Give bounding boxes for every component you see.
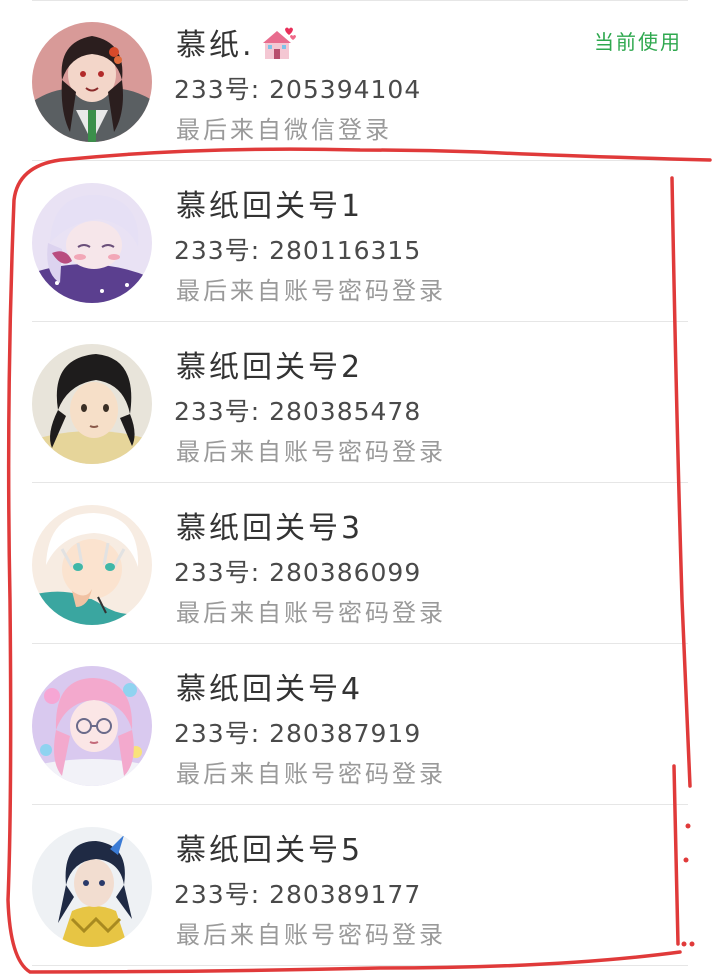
account-number: 233号: 280387919 — [174, 719, 422, 748]
avatar — [32, 505, 152, 625]
avatar — [32, 344, 152, 464]
account-name: 慕纸回关号2 — [176, 350, 364, 385]
last-login-source: 最后来自微信登录 — [176, 116, 392, 144]
account-row-4[interactable]: 慕纸回关号4 233号: 280387919 最后来自账号密码登录 — [0, 644, 720, 805]
last-login-source: 最后来自账号密码登录 — [176, 921, 446, 949]
account-row-current[interactable]: 慕纸. 233号: 205394104 最后来自微信登录 当前使用 — [0, 0, 720, 161]
last-login-source: 最后来自账号密码登录 — [176, 599, 446, 627]
account-name: 慕纸回关号1 — [176, 189, 364, 224]
last-login-source: 最后来自账号密码登录 — [176, 277, 446, 305]
account-name: 慕纸. — [176, 20, 297, 64]
avatar — [32, 22, 152, 142]
account-number: 233号: 280389177 — [174, 880, 422, 909]
account-number: 233号: 280385478 — [174, 397, 422, 426]
avatar — [32, 666, 152, 786]
account-number: 233号: 280386099 — [174, 558, 422, 587]
account-row-3[interactable]: 慕纸回关号3 233号: 280386099 最后来自账号密码登录 — [0, 483, 720, 644]
account-name-text: 慕纸. — [176, 28, 255, 63]
current-use-badge: 当前使用 — [594, 30, 682, 54]
account-row-5[interactable]: 慕纸回关号5 233号: 280389177 最后来自账号密码登录 — [0, 805, 720, 966]
wedding-chapel-icon — [257, 23, 297, 63]
account-row-1[interactable]: 慕纸回关号1 233号: 280116315 最后来自账号密码登录 — [0, 161, 720, 322]
avatar — [32, 183, 152, 303]
account-list: 慕纸. 233号: 205394104 最后来自微信登录 当前使用 慕纸回关号1… — [0, 0, 720, 979]
account-name: 慕纸回关号5 — [176, 833, 364, 868]
account-row-2[interactable]: 慕纸回关号2 233号: 280385478 最后来自账号密码登录 — [0, 322, 720, 483]
row-divider — [32, 965, 688, 966]
account-name: 慕纸回关号4 — [176, 672, 364, 707]
account-number: 233号: 280116315 — [174, 236, 422, 265]
account-name: 慕纸回关号3 — [176, 511, 364, 546]
last-login-source: 最后来自账号密码登录 — [176, 438, 446, 466]
avatar — [32, 827, 152, 947]
account-number: 233号: 205394104 — [174, 75, 422, 104]
last-login-source: 最后来自账号密码登录 — [176, 760, 446, 788]
